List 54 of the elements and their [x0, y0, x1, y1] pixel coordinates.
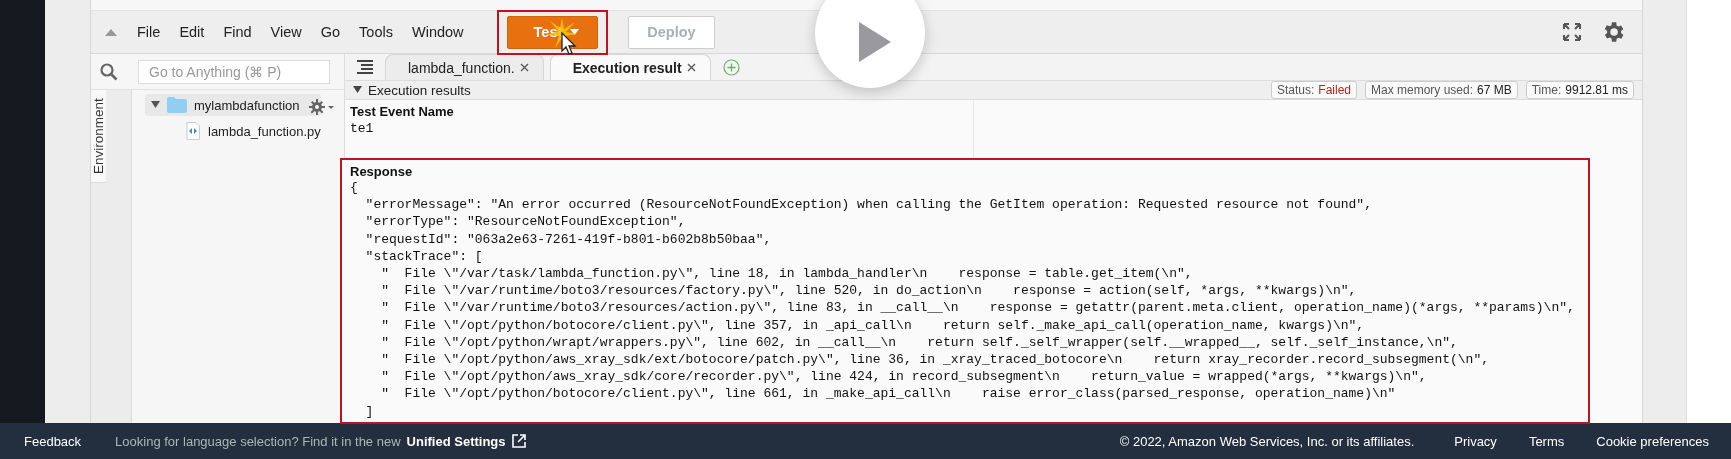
status-badge: Status: Failed — [1270, 81, 1357, 99]
settings-link[interactable]: Unified Settings — [406, 433, 506, 449]
menu-item[interactable]: Window — [411, 24, 464, 40]
close-icon[interactable] — [686, 63, 696, 72]
editor-tab[interactable]: Execution result — [549, 54, 711, 80]
editor-tab[interactable]: lambda_function. — [385, 54, 544, 80]
code-line: " File \"/opt/python/botocore/client.py\", line 661, in _make_api_call\n raise error_class(parsed_response, operation_name)\n" — [380, 385, 1397, 403]
expand-caret-icon[interactable] — [151, 101, 160, 109]
panel-title: Execution results — [368, 82, 471, 98]
copyright-text: © 2022, Amazon Web Services, Inc. or its affiliates. — [1119, 433, 1415, 449]
code-line: " File \"/opt/python/aws_xray_sdk/core/recorder.py\", line 424, in record_subsegment\n return_value = wrapped(*args, **kwargs)\n", — [380, 368, 1428, 386]
gear-icon[interactable] — [309, 99, 335, 115]
footer-link[interactable]: Cookie preferences — [1596, 433, 1709, 449]
folder-tree-item[interactable]: mylambdafunction — [145, 94, 321, 116]
code-line: " File \"/var/runtime/boto3/resources/factory.py\", line 520, in do_action\n response = action(self, *args, **kwargs)\n", — [380, 282, 1358, 300]
code-line: " File \"/opt/python/aws_xray_sdk/ext/botocore/patch.py\", line 36, in _xray_traced_botocore\n return xray_recorder.record_subsegment(\n", — [380, 351, 1490, 369]
external-link-icon[interactable] — [511, 434, 526, 448]
code-line: "errorMessage": "An error occurred (ResourceNotFoundException) when calling the GetItem operation: Requested resource not found", — [364, 196, 1373, 214]
status-badge: Time: 9912.81 ms — [1525, 81, 1634, 99]
code-line: " File \"/opt/python/botocore/client.py\", line 357, in _api_call\n return self._make_api_call(operation_name, kwargs)\n", — [380, 316, 1366, 334]
caret-icon — [570, 29, 580, 35]
close-icon[interactable] — [519, 63, 529, 72]
search-icon[interactable] — [100, 62, 118, 81]
footer-notice: Looking for language selection? Find it in the new — [115, 433, 401, 449]
file-icon — [185, 122, 201, 140]
code-line: " File \"/var/runtime/boto3/resources/action.py\", line 83, in __call__\n response = getattr(parent.meta.client, operation_name)(*args, **params)\n", — [380, 299, 1576, 317]
fullscreen-icon[interactable] — [1562, 22, 1582, 42]
outline-icon[interactable] — [357, 60, 373, 74]
section-heading: Response — [350, 164, 414, 179]
footer-link[interactable]: Privacy — [1454, 433, 1497, 449]
code-line: ] — [364, 402, 375, 420]
menu-item[interactable]: Go — [320, 24, 341, 40]
file-tree-item[interactable]: lambda_function.py — [145, 120, 321, 142]
environment-tab[interactable]: Environment — [91, 90, 106, 183]
code-line: " File \"/var/task/lambda_function.py\", line 18, in lambda_handler\n response = table.get_item(\n", — [380, 265, 1194, 283]
footer-link[interactable]: Terms — [1528, 433, 1565, 449]
menu-item[interactable]: Find — [223, 24, 252, 40]
menu-item[interactable]: View — [270, 24, 302, 40]
code-line: { — [350, 179, 359, 197]
code-line: "stackTrace": [ — [364, 247, 484, 265]
folder-icon — [167, 97, 187, 113]
event-name-value: te1 — [350, 120, 375, 138]
collapse-caret-icon[interactable] — [353, 86, 362, 94]
search-field[interactable]: Go to Anything (⌘ P) — [138, 59, 330, 84]
status-badge: Max memory used: 67 MB — [1365, 81, 1518, 99]
section-heading: Test Event Name — [350, 104, 455, 119]
cursor-icon — [560, 31, 577, 56]
code-line: "errorType": "ResourceNotFoundException", — [364, 213, 687, 231]
code-line: " File \"/opt/python/wrapt/wrappers.py\", line 602, in __call__\n return self._self_wrapper(self.__wrapped__, self._self_instance,\n", — [380, 333, 1459, 352]
code-line: "requestId": "063a2e63-7261-419f-b801-b602b8b50baa", — [364, 230, 773, 248]
menu-item[interactable]: Tools — [359, 24, 393, 40]
menu-item[interactable]: File — [137, 24, 161, 40]
menu-item[interactable]: Edit — [179, 24, 205, 40]
feedback-link[interactable]: Feedback — [24, 433, 82, 449]
